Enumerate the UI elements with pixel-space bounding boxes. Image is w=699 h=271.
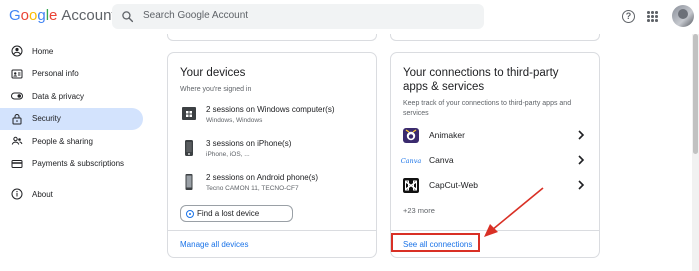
sidebar-item-payments[interactable]: Payments & subscriptions	[0, 153, 143, 176]
people-icon	[11, 135, 23, 147]
devices-card-subtitle: Where you're signed in	[180, 86, 252, 93]
connection-row-canva[interactable]: Canva Canva	[400, 150, 587, 172]
help-icon[interactable]: ?	[622, 10, 635, 23]
connections-card-subtitle-line1: Keep track of your connections to third-…	[403, 100, 572, 107]
sidebar-item-label: About	[32, 189, 53, 199]
account-word: Account	[61, 7, 116, 24]
connection-name: Canva	[429, 155, 454, 165]
lock-icon	[11, 113, 23, 125]
person-circle-icon	[11, 45, 23, 57]
page-scrollbar[interactable]	[692, 34, 699, 271]
android-phone-icon	[185, 174, 193, 190]
devices-card-title: Your devices	[180, 67, 246, 79]
manage-all-devices-link[interactable]: Manage all devices	[180, 240, 248, 249]
sidebar-item-personal-info[interactable]: Personal info	[0, 63, 143, 86]
search-placeholder: Search Google Account	[143, 10, 249, 21]
sidebar-item-about[interactable]: About	[0, 183, 143, 206]
find-lost-device-button[interactable]: Find a lost device	[180, 205, 293, 222]
chevron-right-icon	[578, 155, 585, 165]
card-divider	[168, 230, 376, 231]
sidebar-nav: Home Personal info Data & privacy Securi…	[0, 40, 150, 206]
annotation-arrow-icon	[484, 187, 544, 237]
top-bar: Google Account Search Google Account ?	[0, 0, 699, 34]
device-title: 3 sessions on iPhone(s)	[206, 139, 292, 148]
sidebar-item-security[interactable]: Security	[0, 107, 143, 130]
animaker-logo-icon	[403, 128, 419, 143]
sidebar-item-home[interactable]: Home	[0, 40, 143, 63]
canva-logo-icon: Canva	[400, 156, 422, 165]
highlight-box	[391, 233, 480, 252]
device-row-iphone[interactable]: 3 sessions on iPhone(s) iPhone, iOS, ...	[180, 137, 370, 165]
sidebar-item-label: Payments & subscriptions	[32, 159, 125, 169]
connection-row-animaker[interactable]: Animaker	[403, 125, 587, 147]
info-icon	[11, 188, 23, 200]
sidebar-item-label: Security	[32, 114, 61, 124]
sidebar-item-people-sharing[interactable]: People & sharing	[0, 130, 143, 153]
device-row-windows[interactable]: 2 sessions on Windows computer(s) Window…	[180, 103, 370, 131]
credit-card-icon	[11, 158, 23, 170]
sidebar-item-data-privacy[interactable]: Data & privacy	[0, 85, 143, 108]
avatar[interactable]	[672, 5, 694, 27]
apps-grid-icon[interactable]	[647, 11, 658, 22]
chevron-right-icon	[578, 180, 585, 190]
device-detail: Windows, Windows	[206, 117, 263, 124]
search-icon	[122, 11, 134, 23]
chevron-right-icon	[578, 130, 585, 140]
windows-computer-icon	[182, 107, 196, 120]
connections-card-subtitle-line2: services	[403, 110, 429, 117]
connections-card-title-line2: apps & services	[403, 81, 485, 93]
google-account-logo[interactable]: Google Account	[9, 7, 116, 24]
more-connections-count: +23 more	[403, 206, 435, 215]
locate-icon	[186, 210, 194, 218]
device-detail: iPhone, iOS, ...	[206, 151, 250, 158]
search-input[interactable]: Search Google Account	[112, 4, 484, 29]
sidebar-item-label: People & sharing	[32, 136, 93, 146]
sidebar-item-label: Personal info	[32, 69, 79, 79]
sidebar-item-label: Home	[32, 46, 54, 56]
device-title: 2 sessions on Android phone(s)	[206, 173, 319, 182]
connection-name: Animaker	[429, 130, 465, 140]
find-lost-device-label: Find a lost device	[197, 209, 260, 218]
previous-card-bottom	[167, 34, 377, 41]
previous-card-bottom	[390, 34, 600, 41]
iphone-icon	[185, 140, 193, 156]
scrollbar-thumb[interactable]	[693, 34, 698, 154]
device-detail: Tecno CAMON 11, TECNO-CF7	[206, 185, 299, 192]
devices-card: Your devices Where you're signed in 2 se…	[167, 52, 377, 258]
id-card-icon	[11, 68, 23, 80]
toggle-icon	[11, 90, 23, 102]
connections-card-title-line1: Your connections to third-party	[403, 67, 559, 79]
device-row-android[interactable]: 2 sessions on Android phone(s) Tecno CAM…	[180, 171, 370, 199]
capcut-logo-icon	[403, 178, 419, 193]
device-title: 2 sessions on Windows computer(s)	[206, 105, 335, 114]
sidebar-item-label: Data & privacy	[32, 91, 85, 101]
